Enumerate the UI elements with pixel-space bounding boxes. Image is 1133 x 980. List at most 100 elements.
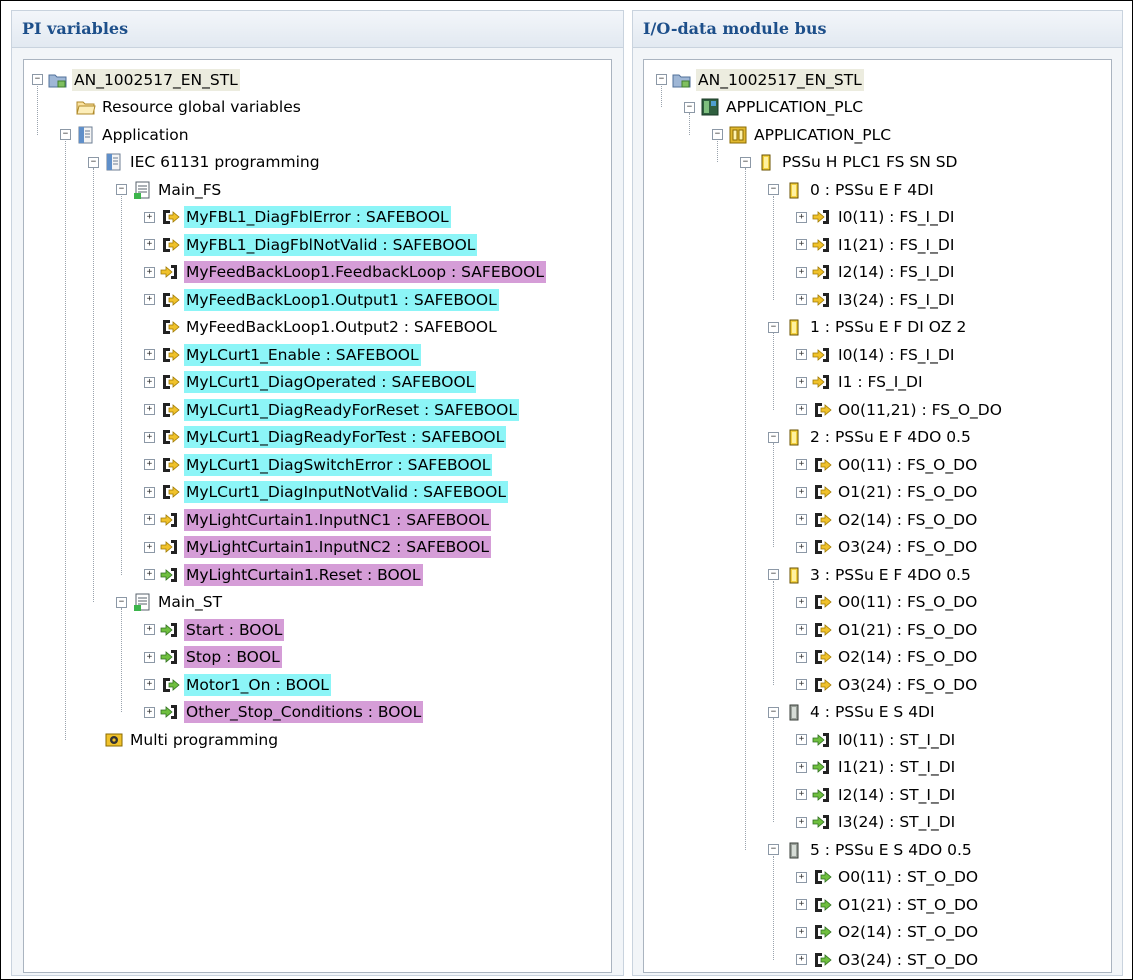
io-tree-node[interactable]: + I1 : FS_I_DI bbox=[796, 369, 925, 396]
expand-toggle-icon[interactable]: + bbox=[144, 211, 155, 223]
expand-toggle-icon[interactable]: + bbox=[796, 486, 807, 498]
expand-toggle-icon[interactable]: + bbox=[144, 569, 155, 580]
collapse-toggle-icon[interactable]: − bbox=[740, 156, 751, 168]
expand-toggle-icon[interactable]: + bbox=[796, 734, 807, 745]
variable-tree-node[interactable]: + MyFeedBackLoop1.FeedbackLoop : SAFEBOOL bbox=[144, 259, 547, 286]
variable-tree-node[interactable]: + MyLCurt1_DiagReadyForTest : SAFEBOOL bbox=[144, 424, 507, 451]
io-tree-node[interactable]: + O3(24) : ST_O_DO bbox=[796, 946, 980, 972]
variable-tree-node[interactable]: + MyLightCurtain1.Reset : BOOL bbox=[144, 561, 423, 588]
expand-toggle-icon[interactable]: + bbox=[796, 761, 807, 773]
collapse-toggle-icon[interactable]: − bbox=[116, 184, 127, 195]
expand-toggle-icon[interactable]: + bbox=[144, 459, 155, 470]
io-tree-node[interactable]: − 3 : PSSu E F 4DO 0.5 bbox=[768, 561, 973, 588]
expand-toggle-icon[interactable]: + bbox=[144, 239, 155, 250]
io-tree-node[interactable]: + O3(24) : FS_O_DO bbox=[796, 534, 979, 561]
expand-toggle-icon[interactable]: + bbox=[796, 679, 807, 690]
variable-tree-node[interactable]: + MyFeedBackLoop1.Output1 : SAFEBOOL bbox=[144, 286, 499, 313]
variable-tree-node[interactable]: + Motor1_On : BOOL bbox=[144, 671, 331, 698]
io-tree-node[interactable]: + O0(11,21) : FS_O_DO bbox=[796, 396, 1004, 423]
io-tree-node[interactable]: + O0(11) : FS_O_DO bbox=[796, 589, 979, 616]
io-tree-node[interactable]: − PSSu H PLC1 FS SN SD bbox=[740, 149, 960, 176]
variable-tree-node[interactable]: − Main_ST bbox=[116, 589, 224, 616]
io-tree-node[interactable]: − 1 : PSSu E F DI OZ 2 bbox=[768, 314, 968, 341]
expand-toggle-icon[interactable]: + bbox=[796, 404, 807, 415]
variable-tree-node[interactable]: + Stop : BOOL bbox=[144, 644, 282, 671]
expand-toggle-icon[interactable]: + bbox=[796, 266, 807, 278]
expand-toggle-icon[interactable]: + bbox=[144, 404, 155, 415]
collapse-toggle-icon[interactable]: − bbox=[768, 184, 779, 195]
io-tree-node[interactable]: − 2 : PSSu E F 4DO 0.5 bbox=[768, 424, 973, 451]
io-tree-node[interactable]: − APPLICATION_PLC bbox=[684, 94, 865, 121]
variable-tree-node[interactable]: + MyLightCurtain1.InputNC1 : SAFEBOOL bbox=[144, 506, 492, 533]
expand-toggle-icon[interactable]: + bbox=[796, 211, 807, 223]
variable-tree-node[interactable]: + MyLCurt1_DiagSwitchError : SAFEBOOL bbox=[144, 451, 493, 478]
expand-toggle-icon[interactable]: + bbox=[144, 376, 155, 388]
pi-variables-tree[interactable]: − AN_1002517_EN_STL Resource global variab… bbox=[23, 59, 612, 973]
collapse-toggle-icon[interactable]: − bbox=[768, 706, 779, 718]
variable-tree-node[interactable]: + MyFBL1_DiagFblError : SAFEBOOL bbox=[144, 204, 451, 231]
collapse-toggle-icon[interactable]: − bbox=[116, 596, 127, 608]
io-tree-node[interactable]: + I3(24) : ST_I_DI bbox=[796, 809, 957, 836]
io-tree-node[interactable]: − AN_1002517_EN_STL bbox=[656, 66, 864, 93]
expand-toggle-icon[interactable]: + bbox=[144, 541, 155, 553]
io-tree-node[interactable]: + O2(14) : FS_O_DO bbox=[796, 506, 979, 533]
expand-toggle-icon[interactable]: + bbox=[796, 789, 807, 800]
expand-toggle-icon[interactable]: + bbox=[796, 596, 807, 608]
variable-tree-node[interactable]: − Main_FS bbox=[116, 176, 223, 203]
variable-tree-node[interactable]: − Application bbox=[60, 121, 191, 148]
variable-tree-node[interactable]: + MyLCurt1_DiagReadyForReset : SAFEBOOL bbox=[144, 396, 520, 423]
variable-tree-node[interactable]: + MyLCurt1_DiagInputNotValid : SAFEBOOL bbox=[144, 479, 509, 506]
collapse-toggle-icon[interactable]: − bbox=[88, 156, 99, 168]
variable-tree-node[interactable]: + MyLCurt1_Enable : SAFEBOOL bbox=[144, 341, 421, 368]
io-tree-node[interactable]: + O2(14) : ST_O_DO bbox=[796, 919, 980, 946]
io-tree-node[interactable]: + O1(21) : FS_O_DO bbox=[796, 616, 979, 643]
expand-toggle-icon[interactable]: + bbox=[144, 679, 155, 690]
expand-toggle-icon[interactable]: + bbox=[796, 871, 807, 883]
expand-toggle-icon[interactable]: + bbox=[144, 431, 155, 443]
collapse-toggle-icon[interactable]: − bbox=[656, 74, 667, 85]
collapse-toggle-icon[interactable]: − bbox=[684, 101, 695, 113]
expand-toggle-icon[interactable]: + bbox=[144, 514, 155, 525]
expand-toggle-icon[interactable]: + bbox=[796, 899, 807, 910]
io-tree-node[interactable]: + I1(21) : ST_I_DI bbox=[796, 754, 957, 781]
io-tree-node[interactable]: + O1(21) : FS_O_DO bbox=[796, 479, 979, 506]
expand-toggle-icon[interactable]: + bbox=[144, 651, 155, 663]
expand-toggle-icon[interactable]: + bbox=[796, 926, 807, 938]
collapse-toggle-icon[interactable]: − bbox=[768, 431, 779, 443]
expand-toggle-icon[interactable]: + bbox=[144, 349, 155, 360]
collapse-toggle-icon[interactable]: − bbox=[60, 129, 71, 140]
io-tree-node[interactable]: + O2(14) : FS_O_DO bbox=[796, 644, 979, 671]
io-tree-node[interactable]: + O3(24) : FS_O_DO bbox=[796, 671, 979, 698]
collapse-toggle-icon[interactable]: − bbox=[712, 129, 723, 140]
variable-tree-node[interactable]: − IEC 61131 programming bbox=[88, 149, 322, 176]
expand-toggle-icon[interactable]: + bbox=[796, 651, 807, 663]
io-tree-node[interactable]: + I0(14) : FS_I_DI bbox=[796, 341, 956, 368]
variable-tree-node[interactable]: − AN_1002517_EN_STL bbox=[32, 66, 240, 93]
expand-toggle-icon[interactable]: + bbox=[796, 239, 807, 250]
io-tree-node[interactable]: + I2(14) : FS_I_DI bbox=[796, 259, 956, 286]
collapse-toggle-icon[interactable]: − bbox=[768, 569, 779, 580]
variable-tree-node[interactable]: + MyLCurt1_DiagOperated : SAFEBOOL bbox=[144, 369, 477, 396]
expand-toggle-icon[interactable]: + bbox=[144, 624, 155, 635]
expand-toggle-icon[interactable]: + bbox=[796, 349, 807, 360]
io-tree-node[interactable]: − 0 : PSSu E F 4DI bbox=[768, 176, 936, 203]
io-tree-node[interactable]: + O1(21) : ST_O_DO bbox=[796, 891, 980, 918]
io-data-tree[interactable]: − AN_1002517_EN_STL − APPLICATION_PLC − APPLI… bbox=[643, 59, 1112, 973]
collapse-toggle-icon[interactable]: − bbox=[768, 844, 779, 855]
variable-tree-node[interactable]: + MyFBL1_DiagFblNotValid : SAFEBOOL bbox=[144, 231, 478, 258]
expand-toggle-icon[interactable]: + bbox=[144, 706, 155, 718]
expand-toggle-icon[interactable]: + bbox=[796, 624, 807, 635]
variable-tree-node[interactable]: + Other_Stop_Conditions : BOOL bbox=[144, 699, 424, 726]
io-tree-node[interactable]: + O0(11) : ST_O_DO bbox=[796, 864, 980, 891]
collapse-toggle-icon[interactable]: − bbox=[768, 321, 779, 333]
io-tree-node[interactable]: + I0(11) : ST_I_DI bbox=[796, 726, 957, 753]
io-tree-node[interactable]: − 4 : PSSu E S 4DI bbox=[768, 699, 937, 726]
io-tree-node[interactable]: + I3(24) : FS_I_DI bbox=[796, 286, 956, 313]
variable-tree-node[interactable]: + MyLightCurtain1.InputNC2 : SAFEBOOL bbox=[144, 534, 492, 561]
collapse-toggle-icon[interactable]: − bbox=[32, 74, 43, 85]
expand-toggle-icon[interactable]: + bbox=[796, 541, 807, 553]
io-tree-node[interactable]: + I2(14) : ST_I_DI bbox=[796, 781, 957, 808]
expand-toggle-icon[interactable]: + bbox=[796, 294, 807, 305]
variable-tree-node[interactable]: + Start : BOOL bbox=[144, 616, 285, 643]
io-tree-node[interactable]: + I0(11) : FS_I_DI bbox=[796, 204, 956, 231]
